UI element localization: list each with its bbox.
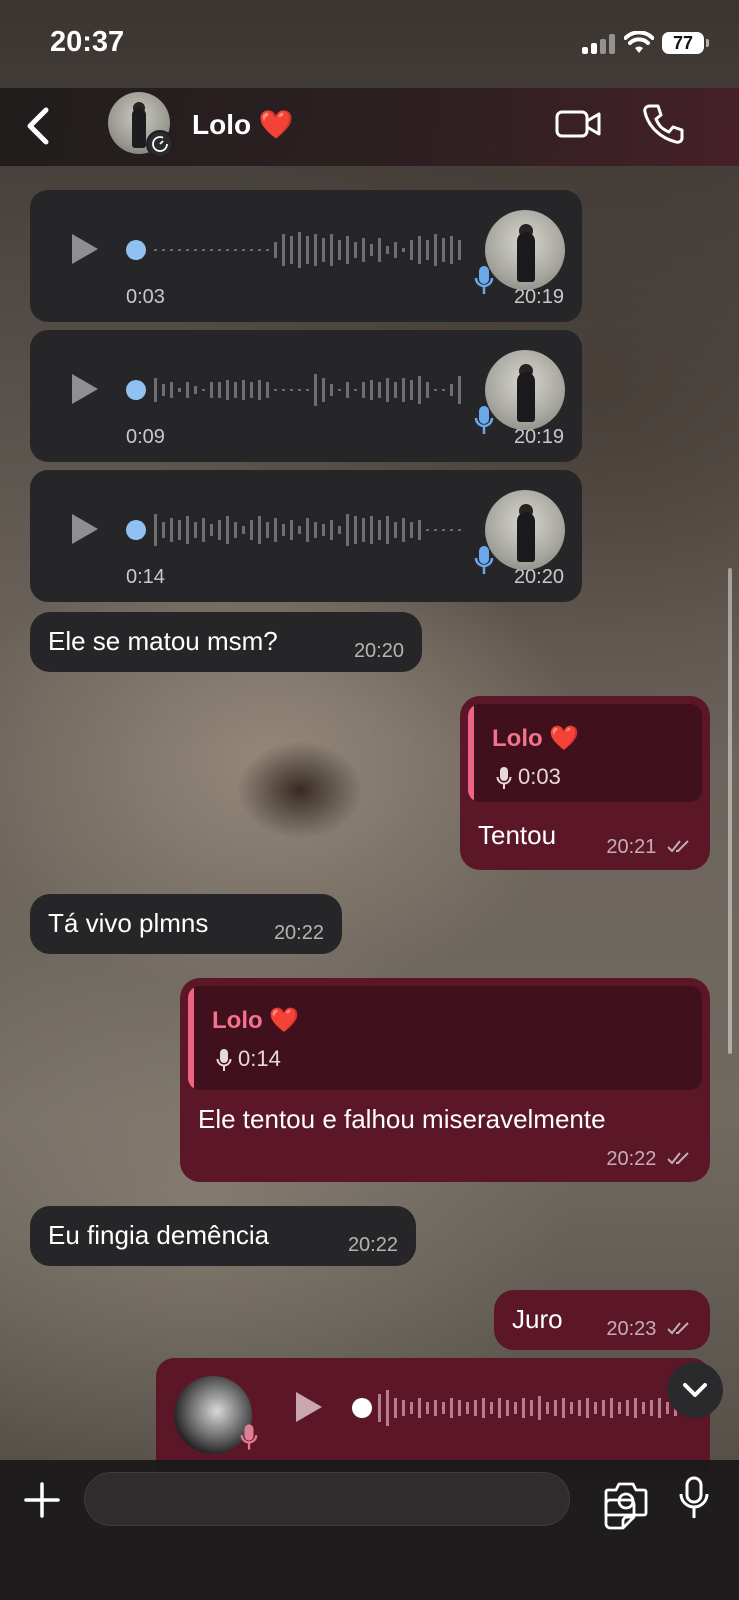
mic-icon [240, 1424, 258, 1450]
message-time: 20:21 [606, 836, 657, 858]
video-call-icon[interactable] [554, 104, 602, 144]
outgoing-message[interactable]: Lolo ❤️ 0:03 Tentou 20:21 [460, 696, 710, 870]
voice-duration: 0:09 [126, 426, 165, 448]
double-check-icon [667, 1152, 689, 1165]
waveform[interactable] [148, 508, 478, 552]
timer-icon [146, 130, 174, 158]
voice-duration: 0:14 [126, 566, 165, 588]
voice-duration: 0:03 [126, 286, 165, 308]
waveform[interactable] [374, 1386, 694, 1430]
incoming-message[interactable]: Tá vivo plmns 20:22 [30, 894, 342, 954]
message-text: Eu fingia demência [48, 1220, 270, 1250]
message-text: Ele tentou e falhou miseravelmente [198, 1104, 606, 1134]
scroll-to-bottom-button[interactable] [667, 1362, 723, 1418]
double-check-icon [667, 1322, 689, 1335]
camera-icon[interactable] [604, 1480, 648, 1518]
mic-icon [474, 406, 494, 434]
voice-message[interactable]: 0:03 20:19 [30, 190, 582, 322]
mic-icon[interactable] [678, 1476, 710, 1520]
playback-position[interactable] [126, 380, 146, 400]
waveform[interactable] [148, 228, 478, 272]
sender-avatar [485, 350, 565, 430]
reply-duration: 0:03 [518, 764, 561, 789]
message-text: Tentou [478, 820, 557, 850]
message-time: 20:23 [606, 1318, 657, 1340]
message-input[interactable] [84, 1472, 636, 1530]
message-composer [0, 1460, 739, 1600]
reply-sender: Lolo ❤️ [492, 725, 580, 752]
outgoing-message[interactable]: Juro 20:23 [494, 1290, 710, 1350]
playback-position[interactable] [126, 240, 146, 260]
play-icon[interactable] [72, 234, 98, 264]
play-icon[interactable] [296, 1392, 322, 1422]
double-check-icon [667, 840, 689, 853]
chat-header: Lolo ❤️ [0, 88, 739, 166]
reply-duration: 0:14 [238, 1046, 281, 1071]
sender-avatar [485, 490, 565, 570]
message-time: 20:20 [353, 640, 404, 662]
reply-preview[interactable]: Lolo ❤️ 0:14 [188, 986, 702, 1090]
voice-message[interactable]: 0:09 20:19 [30, 330, 582, 462]
message-time: 20:22 [273, 922, 324, 944]
outgoing-message[interactable]: Lolo ❤️ 0:14 Ele tentou e falhou miserav… [180, 978, 710, 1182]
mic-icon [474, 266, 494, 294]
playback-position[interactable] [126, 520, 146, 540]
incoming-message[interactable]: Eu fingia demência 20:22 [30, 1206, 416, 1266]
contact-avatar[interactable] [108, 92, 174, 158]
mic-icon [474, 546, 494, 574]
phone-icon[interactable] [640, 100, 684, 148]
incoming-message[interactable]: Ele se matou msm? 20:20 [30, 612, 422, 672]
contact-name[interactable]: Lolo ❤️ [192, 108, 294, 141]
battery-indicator: 77 [662, 32, 709, 54]
voice-message[interactable]: 0:14 20:20 [30, 470, 582, 602]
message-text: Juro [512, 1304, 563, 1334]
plus-icon[interactable] [22, 1480, 62, 1520]
waveform[interactable] [148, 368, 478, 412]
sender-avatar [485, 210, 565, 290]
playback-position[interactable] [352, 1398, 372, 1418]
play-icon[interactable] [72, 374, 98, 404]
back-chevron-icon[interactable] [18, 104, 58, 148]
message-time: 20:22 [347, 1234, 398, 1256]
message-text: Tá vivo plmns [48, 908, 209, 938]
status-bar: 20:37 77 [0, 0, 739, 88]
message-time: 20:22 [606, 1148, 657, 1170]
play-icon[interactable] [72, 514, 98, 544]
wifi-icon [624, 31, 654, 53]
chevron-down-icon [683, 1383, 707, 1397]
reply-preview[interactable]: Lolo ❤️ 0:03 [468, 704, 702, 802]
mic-icon [216, 1049, 232, 1071]
message-text: Ele se matou msm? [48, 626, 278, 656]
signal-icon [582, 34, 618, 54]
mic-icon [496, 767, 512, 789]
status-time: 20:37 [50, 26, 125, 58]
reply-sender: Lolo ❤️ [212, 1007, 300, 1034]
scrollbar[interactable] [728, 568, 732, 1054]
